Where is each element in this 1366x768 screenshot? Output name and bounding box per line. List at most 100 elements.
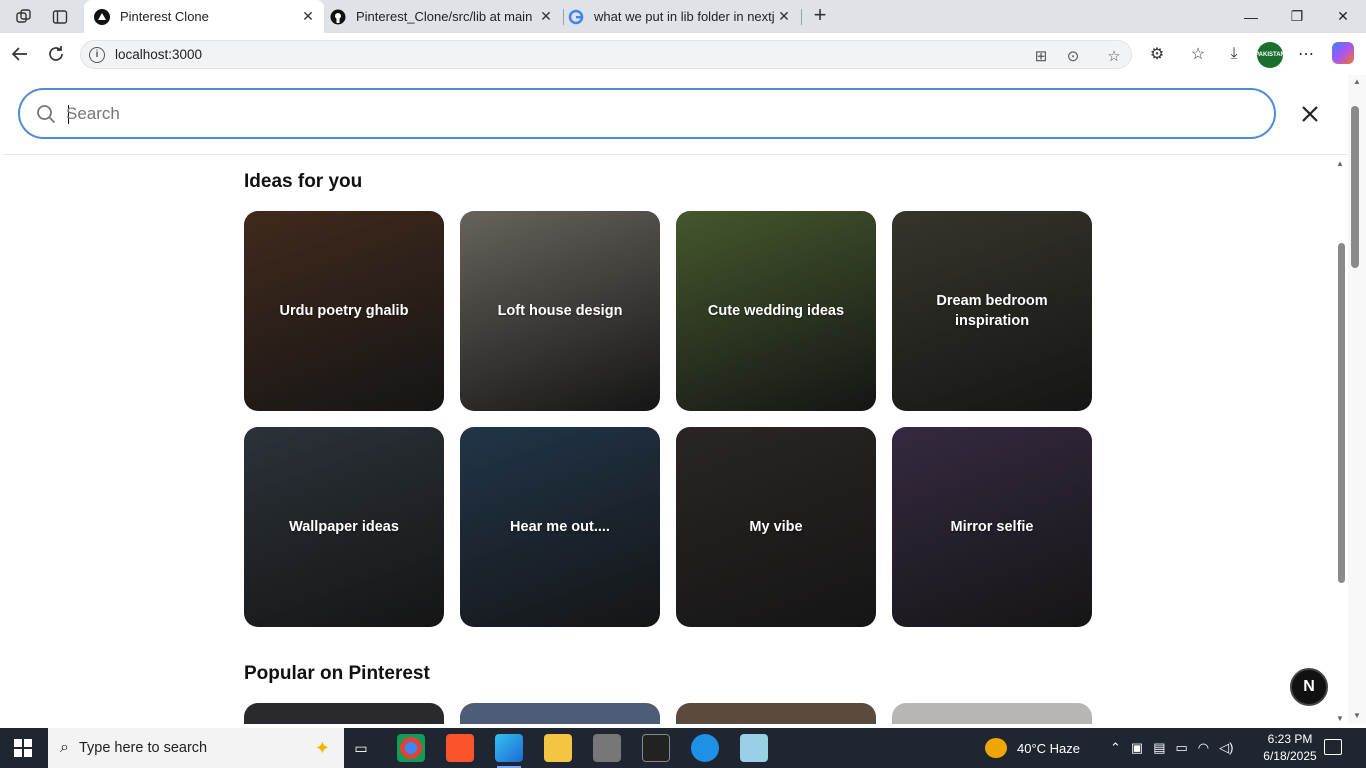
google-icon <box>568 9 584 25</box>
inner-scrollbar[interactable]: ▲ ▼ <box>1335 159 1347 724</box>
address-url: localhost:3000 <box>115 47 203 62</box>
scroll-up-arrow-icon[interactable]: ▲ <box>1352 77 1362 86</box>
idea-card-label: Loft house design <box>497 303 623 319</box>
idea-card[interactable]: Dream bedroom inspiration <box>892 211 1092 411</box>
close-tab-icon[interactable]: ✕ <box>536 8 556 25</box>
clock[interactable]: 6:23 PM 6/18/2025 <box>1258 731 1322 765</box>
edge-icon[interactable] <box>495 734 523 768</box>
tab-title: Pinterest_Clone/src/lib at main · N <box>356 9 536 24</box>
battery-icon[interactable]: ▭ <box>1176 740 1188 756</box>
idea-card[interactable]: Mirror selfie <box>892 427 1092 627</box>
refresh-icon[interactable] <box>44 42 68 66</box>
page-scrollbar[interactable]: ▲ ▼ <box>1348 75 1366 724</box>
search-box[interactable] <box>18 88 1276 139</box>
idea-card[interactable]: Wallpaper ideas <box>244 427 444 627</box>
meet-now-icon[interactable]: ▣ <box>1131 740 1143 756</box>
address-bar[interactable]: i localhost:3000 ⊞ ⊙ ☆ <box>80 40 1132 69</box>
section-title-popular: Popular on Pinterest <box>244 663 430 684</box>
github-icon <box>330 9 346 25</box>
back-icon[interactable] <box>8 42 32 66</box>
system-tray: ⌃ ▣ ▤ ▭ ◠ ◁) <box>1110 728 1233 768</box>
tab-actions-icon[interactable] <box>49 6 71 28</box>
popular-card[interactable] <box>244 703 444 724</box>
restore-icon[interactable]: ❐ <box>1274 0 1320 33</box>
tab-github[interactable]: Pinterest_Clone/src/lib at main · N ✕ <box>320 0 562 33</box>
tab-separator <box>801 9 802 25</box>
scroll-down-arrow-icon[interactable]: ▼ <box>1336 714 1344 723</box>
more-menu-icon[interactable]: ⋯ <box>1295 43 1317 65</box>
browser-toolbar: i localhost:3000 ⊞ ⊙ ☆ ⚙ ☆ ⤓ PAKISTAN ⋯ <box>0 33 1366 75</box>
nextjs-triangle-icon <box>94 8 110 25</box>
scroll-up-arrow-icon[interactable]: ▲ <box>1336 159 1344 168</box>
idea-card[interactable]: Cute wedding ideas <box>676 211 876 411</box>
popular-card[interactable] <box>460 703 660 724</box>
extensions-icon[interactable]: ⚙ <box>1146 43 1168 65</box>
close-tab-icon[interactable]: ✕ <box>298 8 318 25</box>
profile-avatar[interactable]: PAKISTAN <box>1255 42 1285 68</box>
favorite-star-icon[interactable]: ☆ <box>1104 46 1124 66</box>
new-tab-icon[interactable]: + <box>808 4 832 28</box>
tab-pinterest-clone[interactable]: Pinterest Clone ✕ <box>84 0 324 33</box>
idea-card[interactable]: Loft house design <box>460 211 660 411</box>
search-highlight-icon: ✦ <box>314 737 330 758</box>
taskbar: ⌕ Type here to search ✦ ▭ 40°C Haze ⌃ ▣ … <box>0 728 1366 768</box>
brave-icon[interactable] <box>446 734 474 762</box>
nextjs-dev-badge[interactable]: N <box>1290 668 1328 706</box>
browser-tab-strip: Pinterest Clone ✕ Pinterest_Clone/src/li… <box>0 0 1366 33</box>
idea-card[interactable]: Hear me out.... <box>460 427 660 627</box>
tray-overflow-icon[interactable]: ⌃ <box>1110 740 1121 756</box>
wifi-icon[interactable]: ◠ <box>1198 740 1209 756</box>
idea-card-label: Dream bedroom inspiration <box>936 293 1048 329</box>
device-icon[interactable]: ▤ <box>1153 740 1165 756</box>
weather-widget[interactable]: 40°C Haze <box>985 728 1080 768</box>
close-window-icon[interactable]: ✕ <box>1320 0 1366 33</box>
search-icon <box>36 104 56 124</box>
idea-card[interactable]: My vibe <box>676 427 876 627</box>
scrollbar-thumb[interactable] <box>1338 243 1345 583</box>
popular-card[interactable] <box>892 703 1092 724</box>
weather-icon <box>985 738 1007 758</box>
close-icon[interactable] <box>1297 101 1323 127</box>
scrollbar-thumb[interactable] <box>1351 106 1359 268</box>
idea-card-label: Wallpaper ideas <box>289 519 399 535</box>
idea-card[interactable]: Urdu poetry ghalib <box>244 211 444 411</box>
chrome-icon[interactable] <box>397 734 425 762</box>
idea-card-label: My vibe <box>749 519 803 535</box>
search-header <box>4 75 1348 155</box>
microphone-app-icon[interactable] <box>593 734 621 762</box>
idea-card-label: Mirror selfie <box>950 519 1034 535</box>
idea-card-label: Hear me out.... <box>510 519 610 535</box>
taskbar-search[interactable]: ⌕ Type here to search ✦ <box>48 728 344 768</box>
search-input[interactable] <box>66 102 1246 126</box>
tab-google[interactable]: what we put in lib folder in nextjs ✕ <box>558 0 800 33</box>
minimize-icon[interactable]: — <box>1228 0 1274 33</box>
weather-text: 40°C Haze <box>1017 740 1081 756</box>
downloads-icon[interactable]: ⤓ <box>1223 43 1245 65</box>
clock-time: 6:23 PM <box>1267 732 1313 746</box>
popular-card[interactable] <box>676 703 876 724</box>
notifications-icon[interactable] <box>1324 739 1342 755</box>
windows-start-icon[interactable] <box>14 739 32 757</box>
scroll-down-arrow-icon[interactable]: ▼ <box>1352 711 1362 720</box>
capcut-icon[interactable] <box>642 734 670 762</box>
docker-icon[interactable] <box>691 734 719 762</box>
site-info-icon[interactable]: i <box>89 47 105 63</box>
taskbar-search-placeholder: Type here to search <box>78 740 208 756</box>
task-view-icon[interactable]: ▭ <box>347 734 375 762</box>
app-available-icon[interactable]: ⊞ <box>1031 46 1051 66</box>
close-tab-icon[interactable]: ✕ <box>774 8 794 25</box>
idea-card-label: Cute wedding ideas <box>707 303 845 319</box>
idea-card-label: Urdu poetry ghalib <box>279 303 409 319</box>
tab-title: what we put in lib folder in nextjs <box>594 9 774 24</box>
tab-title: Pinterest Clone <box>120 9 209 24</box>
reading-mode-icon[interactable]: ⊙ <box>1063 46 1083 66</box>
search-icon: ⌕ <box>60 739 69 756</box>
notes-app-icon[interactable] <box>740 734 768 762</box>
workspaces-icon[interactable] <box>13 6 35 28</box>
file-explorer-icon[interactable] <box>544 734 572 762</box>
section-title-ideas: Ideas for you <box>244 171 363 192</box>
volume-icon[interactable]: ◁) <box>1219 740 1233 756</box>
favorites-icon[interactable]: ☆ <box>1187 43 1209 65</box>
clock-date: 6/18/2025 <box>1263 749 1317 763</box>
copilot-icon[interactable] <box>1332 42 1354 64</box>
